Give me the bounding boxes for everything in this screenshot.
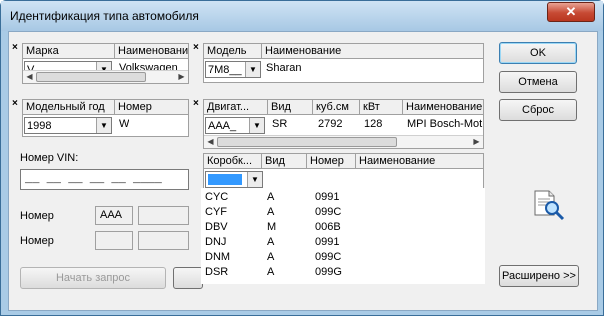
cancel-button[interactable]: Отмена <box>499 71 577 93</box>
column-header[interactable]: Модельный год <box>23 100 115 115</box>
number-field <box>95 231 133 250</box>
list-item-number: 099C <box>315 206 342 218</box>
scroll-left-icon[interactable]: ◀ <box>204 136 217 148</box>
list-item-code: DNM <box>205 251 231 263</box>
model-name: Sharan <box>266 62 302 74</box>
scroll-right-icon[interactable]: ▶ <box>175 71 188 83</box>
ok-button[interactable]: OK <box>499 42 577 64</box>
year-value: 1998 <box>27 120 52 132</box>
make-grid: Марка Наименование V ▼ Volkswagen ◀ ▶ <box>22 43 189 84</box>
vin-label: Номер VIN: <box>20 152 79 164</box>
model-combo[interactable]: 7M8__ ▼ <box>205 61 261 78</box>
horizontal-scrollbar[interactable]: ◀ ▶ <box>23 70 188 83</box>
vin-input[interactable]: __ __ __ __ __ ____ <box>20 169 189 190</box>
column-header[interactable]: куб.см <box>313 100 360 115</box>
search-document-icon[interactable] <box>531 189 567 221</box>
year-combo[interactable]: 1998 ▼ <box>24 117 112 134</box>
engine-kw: 128 <box>364 118 383 130</box>
scroll-right-icon[interactable]: ▶ <box>470 136 483 148</box>
list-item-type: A <box>267 206 275 218</box>
list-item-code: CYC <box>205 191 229 203</box>
list-item-type: A <box>267 266 275 278</box>
number-field <box>138 231 189 250</box>
list-item-type: A <box>267 191 275 203</box>
list-item-number: 006B <box>315 221 341 233</box>
list-item[interactable]: DSR A 099G <box>201 265 485 280</box>
column-header[interactable]: Марка <box>23 44 115 59</box>
vin-mask: __ __ __ __ __ ____ <box>25 172 162 186</box>
extended-button[interactable]: Расширено >> <box>499 265 579 287</box>
list-item[interactable]: CYF A 099C <box>201 205 485 220</box>
chevron-down-icon[interactable]: ▼ <box>249 118 264 133</box>
chevron-down-icon[interactable]: ▼ <box>245 62 260 77</box>
mark-icon: × <box>193 98 199 109</box>
list-item-type: A <box>267 236 275 248</box>
gearbox-selection <box>208 174 242 185</box>
column-header[interactable]: Двигат... <box>204 100 268 115</box>
column-header[interactable]: Номер <box>115 100 189 115</box>
window-title: Идентификация типа автомобиля <box>10 9 199 23</box>
mark-icon: × <box>12 42 18 53</box>
close-button[interactable]: ✕ <box>547 2 595 22</box>
list-item[interactable]: DBV M 006B <box>201 220 485 235</box>
model-value: 7M8__ <box>208 64 242 76</box>
list-item-code: CYF <box>205 206 227 218</box>
reset-button[interactable]: Сброс <box>499 99 577 121</box>
engine-type: SR <box>272 118 288 130</box>
number-field: AAA <box>95 206 133 225</box>
second-button[interactable] <box>173 267 203 289</box>
list-item[interactable]: DNJ A 0991 <box>201 235 485 250</box>
scroll-thumb[interactable] <box>36 72 146 82</box>
column-header[interactable]: Наименование <box>356 154 484 169</box>
list-item-type: M <box>267 221 277 233</box>
year-grid: Модельный год Номер 1998 ▼ W <box>22 99 189 137</box>
list-item[interactable]: DNM A 099C <box>201 250 485 265</box>
list-item-number: 099G <box>315 266 342 278</box>
dialog-client: × Марка Наименование V ▼ Volkswagen ◀ ▶ … <box>8 31 598 311</box>
gearbox-combo[interactable]: ▼ <box>205 171 263 188</box>
scroll-thumb[interactable] <box>217 137 397 147</box>
list-item-type: A <box>267 251 275 263</box>
model-grid: Модель Наименование 7M8__ ▼ Sharan <box>203 43 484 83</box>
list-item-number: 099C <box>315 251 342 263</box>
year-number: W <box>119 118 130 130</box>
chevron-down-icon[interactable]: ▼ <box>96 118 111 133</box>
column-header[interactable]: Вид <box>268 100 313 115</box>
list-item-code: DBV <box>205 221 228 233</box>
scroll-left-icon[interactable]: ◀ <box>23 71 36 83</box>
list-item[interactable]: CYC A 0991 <box>201 190 485 205</box>
number-value: AAA <box>100 209 123 221</box>
engine-grid: Двигат... Вид куб.см кВт Наименование AA… <box>203 99 484 149</box>
number-label: Номер <box>20 210 54 222</box>
column-header[interactable]: Наименование <box>262 44 484 59</box>
list-item-number: 0991 <box>315 236 340 248</box>
column-header[interactable]: Модель <box>204 44 262 59</box>
mark-icon: × <box>193 42 199 53</box>
list-item-code: DSR <box>205 266 229 278</box>
list-item-number: 0991 <box>315 191 340 203</box>
engine-combo[interactable]: AAA_ ▼ <box>205 117 265 134</box>
column-header[interactable]: кВт <box>360 100 403 115</box>
number-label: Номер <box>20 235 54 247</box>
horizontal-scrollbar[interactable]: ◀ ▶ <box>204 135 483 148</box>
engine-value: AAA_ <box>208 120 237 132</box>
engine-name: MPI Bosch-Mot <box>407 118 483 130</box>
column-header[interactable]: Наименование <box>403 100 484 115</box>
column-header[interactable]: Наименование <box>115 44 189 59</box>
number-field <box>138 206 189 225</box>
title-bar[interactable]: Идентификация типа автомобиля ✕ <box>1 1 603 31</box>
column-header[interactable]: Вид <box>262 154 307 169</box>
column-header[interactable]: Коробк... <box>204 154 262 169</box>
column-header[interactable]: Номер <box>307 154 356 169</box>
start-query-button[interactable]: Начать запрос <box>20 267 166 289</box>
mark-icon: × <box>12 98 18 109</box>
gearbox-dropdown-list[interactable]: CYC A 0991 CYF A 099C DBV M 006B DNJ A 0991 DNM A 099C… <box>201 188 485 284</box>
engine-ccm: 2792 <box>318 118 343 130</box>
list-item-code: DNJ <box>205 236 227 248</box>
chevron-down-icon[interactable]: ▼ <box>247 172 262 187</box>
dialog-window: Идентификация типа автомобиля ✕ × Марка … <box>0 0 604 316</box>
gearbox-grid: Коробк... Вид Номер Наименование ▼ <box>203 153 484 189</box>
